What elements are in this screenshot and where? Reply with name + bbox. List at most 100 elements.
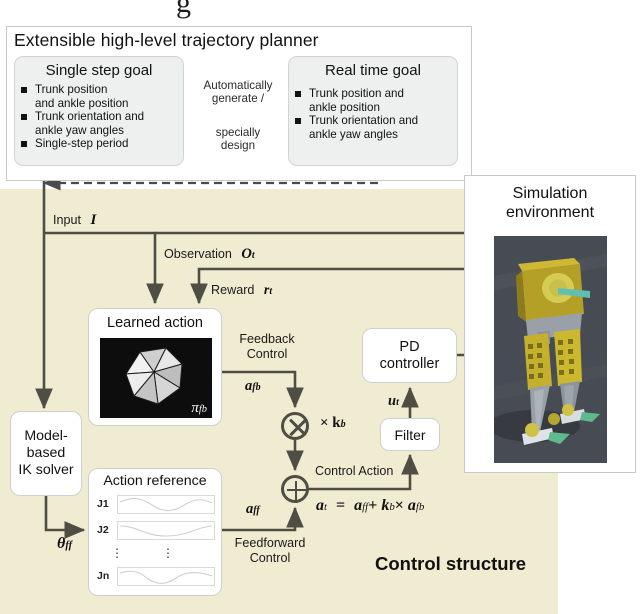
feedback-control-label: Feedback Control [231, 332, 303, 362]
humanoid-robot-icon [494, 236, 607, 463]
policy-symbol-label: πfb [191, 400, 207, 417]
gain-label: × kb [320, 414, 346, 432]
feedforward-line2: Control [249, 551, 291, 565]
eq-times: × [394, 497, 404, 514]
pi-subscript: fb [198, 404, 207, 415]
ik-line-3: IK solver [18, 462, 74, 478]
feedback-line1: Feedback [239, 332, 295, 346]
input-label: Input [53, 213, 82, 227]
u-subscript: t [396, 397, 399, 408]
control-action-label: Control Action [315, 464, 394, 478]
ellipsis-glyph: ⋮ [162, 546, 174, 560]
bullet-text: and ankle position [35, 96, 129, 110]
plus-stroke-v [294, 481, 298, 503]
bullet-text: ankle yaw angles [309, 127, 398, 141]
pi-symbol: π [191, 400, 199, 416]
real-time-goal-box: Real time goal Trunk position and ankle … [288, 56, 458, 166]
reward-subscript: t [269, 286, 273, 297]
vertical-ellipsis-right: ⋮ [162, 546, 174, 560]
filter-label: Filter [394, 426, 426, 443]
pd-line1: PD [399, 338, 420, 355]
real-time-goal-bullets: Trunk position and ankle position Trunk … [289, 87, 457, 141]
observation-symbol: O [241, 246, 252, 262]
list-item: ankle yaw angles [15, 124, 183, 138]
vertical-ellipsis-left: ⋮ [111, 546, 123, 560]
list-item: ankle yaw angles [289, 128, 457, 142]
list-item: Trunk orientation and [289, 114, 457, 128]
joint-label: Jn [97, 570, 110, 582]
ik-solver-label: Model- based IK solver [11, 412, 81, 495]
bullet-text: ankle yaw angles [35, 123, 124, 137]
eq-a: a [316, 497, 324, 514]
observation-label-group: Observation Ot [164, 245, 255, 263]
learned-action-title: Learned action [107, 315, 203, 331]
control-action-equation: at = aff+ kb× afb [316, 497, 424, 515]
bullet-text: Trunk orientation and [309, 114, 419, 128]
joint-trajectory-plot [117, 567, 215, 586]
list-item: and ankle position [15, 97, 183, 111]
simulation-title-line1: Simulation [512, 185, 588, 202]
action-reference-row: Jn [97, 567, 215, 587]
input-symbol: I [90, 212, 97, 228]
simulation-environment-panel: Simulation environment [464, 175, 636, 473]
eq-afb-sub: fb [415, 501, 425, 513]
eq-equals: = [336, 497, 346, 514]
bullet-square-icon [295, 91, 301, 97]
eq-aff: a [354, 497, 363, 514]
pd-controller-label: PD controller [363, 329, 456, 382]
generate-label-line1: Automatically [203, 79, 273, 92]
pd-controller-node[interactable]: PD controller [362, 328, 457, 383]
a-fb-subscript: fb [252, 382, 261, 393]
generate-label-top: Automatically generate / [190, 79, 286, 106]
bullet-text: Single-step period [35, 137, 129, 151]
gain-symbol: × k [320, 415, 341, 431]
model-based-ik-solver-node[interactable]: Model- based IK solver [10, 411, 82, 496]
bullet-text: Trunk orientation and [35, 110, 145, 124]
planner-title: Extensible high-level trajectory planner [14, 30, 319, 50]
bullet-square-icon [21, 141, 27, 148]
filter-node[interactable]: Filter [380, 418, 440, 451]
learned-action-node[interactable]: Learned action πfb [88, 308, 222, 426]
generate-label-line2: generate / [211, 92, 265, 106]
action-reference-row: J1 [97, 495, 215, 515]
action-reference-title: Action reference [103, 473, 207, 489]
simulation-title-line2: environment [505, 204, 595, 221]
ik-line-1: Model- [24, 428, 68, 444]
reward-label-group: Reward rt [211, 281, 272, 299]
bullet-square-icon [21, 114, 27, 121]
waveform-icon [119, 498, 213, 512]
reward-label: Reward [211, 283, 255, 297]
ik-line-2: based [26, 445, 66, 461]
generate-label-line3: specially [215, 126, 261, 139]
action-reference-row: J2 [97, 521, 215, 541]
sum-operator [281, 475, 309, 503]
a-ff-label: aff [246, 500, 260, 518]
input-label-group: Input I [53, 211, 96, 229]
theta-ff-label: θff [57, 535, 72, 553]
action-reference-node[interactable]: Action reference J1 J2 ⋮ ⋮ Jn [88, 468, 222, 596]
list-item: Trunk position and [289, 87, 457, 101]
ellipsis-glyph: ⋮ [111, 546, 123, 560]
joint-label: J1 [97, 498, 109, 510]
eq-afb: a [407, 497, 416, 514]
theta-subscript: ff [65, 540, 73, 551]
joint-trajectory-plot [117, 521, 215, 540]
observation-label: Observation [164, 247, 232, 261]
robot-simulation-thumbnail [494, 236, 607, 463]
feedback-line2: Control [246, 347, 288, 361]
a-fb-label: afb [245, 377, 261, 395]
diagram-root: g Extensible high-level trajectory plann… [0, 0, 640, 614]
waveform-icon [119, 525, 213, 537]
list-item: Single-step period [15, 137, 183, 151]
generate-label-bottom: specially design [190, 126, 286, 153]
gain-subscript: b [340, 419, 346, 430]
joint-label: J2 [97, 524, 109, 536]
bullet-square-icon [295, 118, 301, 125]
list-item: ankle position [289, 101, 457, 115]
bullet-text: ankle position [309, 100, 380, 114]
pd-line2: controller [379, 355, 440, 372]
joint-trajectory-plot [117, 495, 215, 514]
list-item: Trunk position [15, 83, 183, 97]
control-structure-title: Control structure [375, 553, 527, 574]
observation-subscript: t [251, 250, 255, 261]
